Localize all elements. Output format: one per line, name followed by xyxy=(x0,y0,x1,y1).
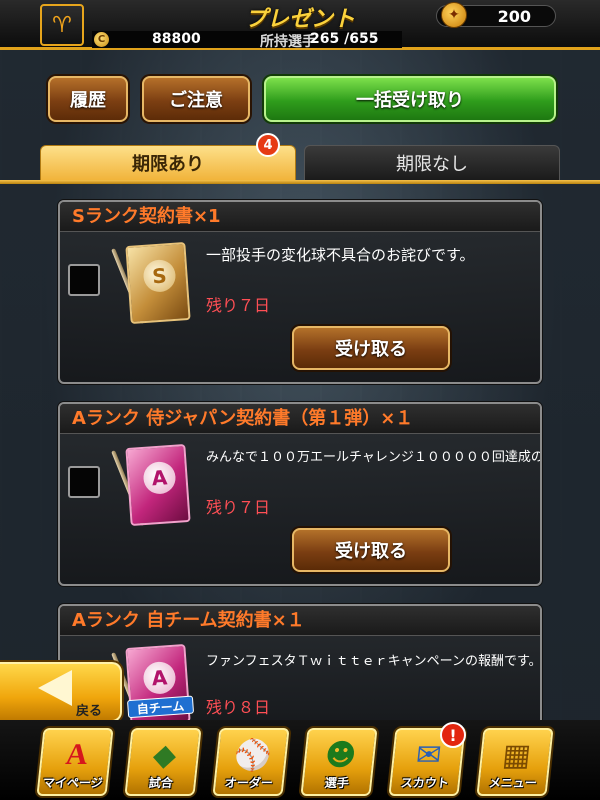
contract-ticket-icon: A 自チーム xyxy=(125,644,195,726)
coin-icon: C xyxy=(94,32,109,47)
select-checkbox[interactable] xyxy=(68,264,100,296)
players-count: 265 /655 xyxy=(310,31,379,47)
gold-coin-icon: ✦ xyxy=(441,2,467,28)
remaining-days: 残り７日 xyxy=(206,296,271,315)
nav-label: オーダー xyxy=(224,776,274,790)
status-bar: C 88800 所持選手 265 /655 xyxy=(92,31,402,50)
receive-button[interactable]: 受け取る xyxy=(292,326,450,370)
present-card: Sランク契約書×1 S 一部投手の変化球不具合のお詫びです。 残り７日 受け取る xyxy=(58,200,542,384)
notice-button[interactable]: ご注意 xyxy=(142,76,250,122)
menu-icon: ▦ xyxy=(500,737,533,773)
present-title: Aランク 侍ジャパン契約書（第１弾）×１ xyxy=(60,404,540,434)
money-value: 88800 xyxy=(152,31,201,47)
nav-menu[interactable]: ▦ メニュー xyxy=(476,728,554,796)
nav-label: マイページ xyxy=(42,776,104,790)
giants-logo-icon[interactable]: ♈ xyxy=(40,4,84,46)
present-title: Sランク契約書×1 xyxy=(60,202,540,232)
receive-button[interactable]: 受け取る xyxy=(292,528,450,572)
nav-players[interactable]: ☻ 選手 xyxy=(300,728,378,796)
nav-game[interactable]: ◆ 試合 xyxy=(124,728,202,796)
nav-label: メニュー xyxy=(488,776,538,790)
players-label: 所持選手 xyxy=(260,34,316,50)
remaining-days: 残り７日 xyxy=(206,498,271,517)
contract-ticket-icon: S xyxy=(125,242,191,324)
premium-currency-value: 200 xyxy=(497,7,531,26)
header-bar: ♈ プレゼント ✦ 200 C 88800 所持選手 265 /655 xyxy=(0,0,600,50)
present-card: Aランク 侍ジャパン契約書（第１弾）×１ A みんなで１００万エールチャレンジ１… xyxy=(58,402,542,586)
rank-emblem-icon: A xyxy=(142,660,177,695)
contract-ticket-icon: A xyxy=(125,444,191,526)
back-label: 戻る xyxy=(76,704,103,719)
receive-all-button[interactable]: 一括受け取り xyxy=(264,76,556,122)
history-button[interactable]: 履歴 xyxy=(48,76,128,122)
own-team-label: 自チーム xyxy=(126,695,195,719)
nav-mypage[interactable]: A マイページ xyxy=(36,728,114,796)
remaining-days: 残り８日 xyxy=(206,698,271,717)
tab-no-deadline[interactable]: 期限なし xyxy=(304,145,560,181)
scout-alert-badge: ! xyxy=(440,722,466,748)
lineup-icon: ⚾ xyxy=(232,737,274,773)
rank-emblem-icon: A xyxy=(142,460,177,495)
present-description: みんなで１００万エールチャレンジ１０００００回達成の報酬です。 xyxy=(206,450,540,465)
present-description: 一部投手の変化球不具合のお詫びです。 xyxy=(206,246,475,264)
present-title: Aランク 自チーム契約書×１ xyxy=(60,606,540,636)
present-description: ファンフェスタＴｗｉｔｔｅｒキャンペーンの報酬です。 xyxy=(206,654,542,669)
premium-currency[interactable]: ✦ 200 xyxy=(436,2,556,28)
back-button[interactable]: 戻る xyxy=(0,662,122,722)
select-checkbox[interactable] xyxy=(68,466,100,498)
rank-emblem-icon: S xyxy=(142,258,177,293)
back-arrow-icon xyxy=(38,670,72,706)
mypage-icon: A xyxy=(64,738,90,771)
field-icon: ◆ xyxy=(151,737,179,773)
present-card: Aランク 自チーム契約書×１ A 自チーム ファンフェスタＴｗｉｔｔｅｒキャンペ… xyxy=(58,604,542,734)
nav-label: スカウト xyxy=(400,776,450,790)
nav-label: 選手 xyxy=(324,776,350,790)
page-title: プレゼント xyxy=(244,6,355,31)
player-icon: ☻ xyxy=(323,737,359,773)
tab-count-badge: 4 xyxy=(256,133,280,157)
nav-order[interactable]: ⚾ オーダー xyxy=(212,728,290,796)
nav-label: 試合 xyxy=(148,776,174,790)
tab-divider xyxy=(0,180,600,184)
